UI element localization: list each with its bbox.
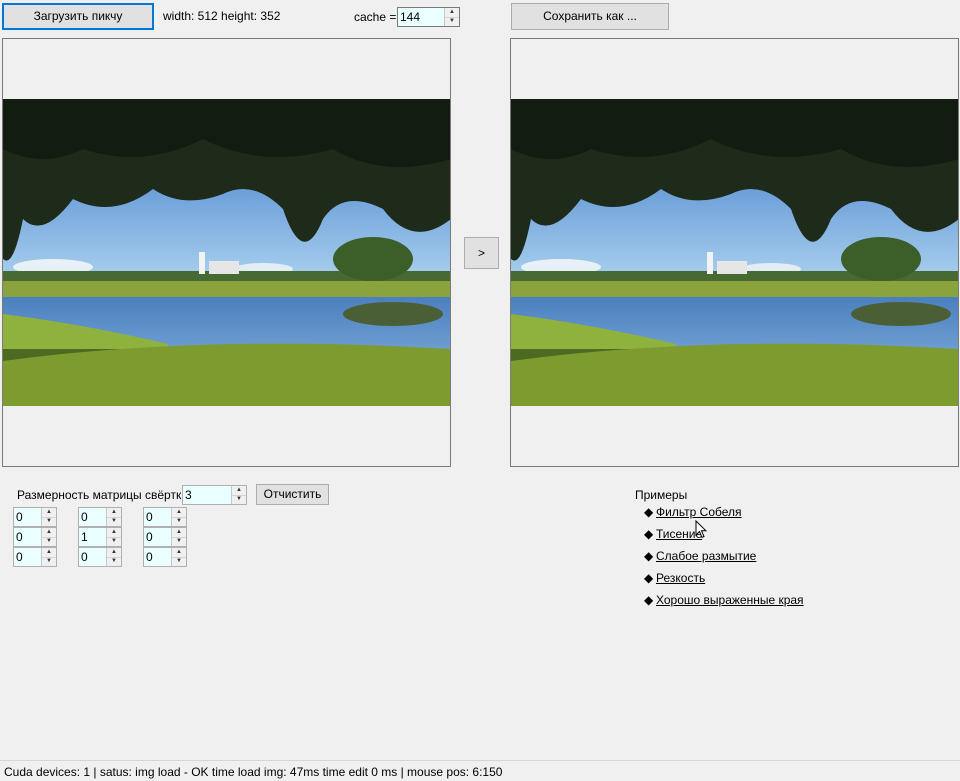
- kernel-cell-1-1[interactable]: 1 ▲ ▼: [78, 527, 122, 547]
- arrow-down-icon[interactable]: ▼: [42, 557, 56, 566]
- save-as-button[interactable]: Сохранить как ...: [511, 3, 669, 30]
- arrow-down-icon[interactable]: ▼: [172, 517, 186, 526]
- kernel-cell-value: 0: [16, 530, 23, 544]
- arrow-down-icon[interactable]: ▼: [107, 537, 121, 546]
- arrow-down-icon[interactable]: ▼: [445, 17, 459, 26]
- cache-label: cache =: [354, 10, 397, 24]
- example-link-sobel[interactable]: ◆ Фильтр Собеля: [644, 505, 742, 519]
- diamond-icon: ◆: [644, 549, 654, 563]
- example-link-soft-blur[interactable]: ◆ Слабое размытие: [644, 549, 756, 563]
- diamond-icon: ◆: [644, 505, 654, 519]
- kernel-cell-value: 0: [81, 550, 88, 564]
- kernel-cell-value: 0: [146, 510, 153, 524]
- matrix-size-spinner[interactable]: 3 ▲ ▼: [182, 485, 247, 505]
- example-link-edges[interactable]: ◆ Хорошо выраженные края: [644, 593, 804, 607]
- kernel-cell-value: 0: [146, 530, 153, 544]
- kernel-cell-1-2[interactable]: 0 ▲ ▼: [143, 527, 187, 547]
- mouse-pointer-icon: [695, 520, 707, 539]
- kernel-cell-2-2[interactable]: 0 ▲ ▼: [143, 547, 187, 567]
- arrow-down-icon[interactable]: ▼: [172, 557, 186, 566]
- arrow-down-icon[interactable]: ▼: [172, 537, 186, 546]
- clear-matrix-button[interactable]: Отчистить: [256, 484, 329, 505]
- kernel-cell-2-1[interactable]: 0 ▲ ▼: [78, 547, 122, 567]
- cache-spinner[interactable]: 144 ▲ ▼: [397, 7, 460, 27]
- kernel-cell-value: 0: [16, 510, 23, 524]
- example-link-sharpen[interactable]: ◆ Резкость: [644, 571, 705, 585]
- kernel-cell-0-2[interactable]: 0 ▲ ▼: [143, 507, 187, 527]
- kernel-cell-value: 1: [81, 530, 88, 544]
- diamond-icon: ◆: [644, 527, 654, 541]
- image-size-info: width: 512 height: 352: [163, 9, 281, 23]
- kernel-cell-0-0[interactable]: 0 ▲ ▼: [13, 507, 57, 527]
- apply-filter-button[interactable]: >: [464, 237, 499, 269]
- matrix-size-label: Размерность матрицы свёртки: [17, 488, 188, 502]
- diamond-icon: ◆: [644, 571, 654, 585]
- result-image: [511, 99, 958, 406]
- cache-value: 144: [400, 10, 421, 24]
- kernel-cell-value: 0: [146, 550, 153, 564]
- examples-title: Примеры: [635, 488, 688, 502]
- example-link-label: Хорошо выраженные края: [656, 593, 804, 607]
- arrow-down-icon[interactable]: ▼: [107, 517, 121, 526]
- example-link-emboss[interactable]: ◆ Тисение: [644, 527, 702, 541]
- example-link-label: Слабое размытие: [656, 549, 757, 563]
- source-image: [3, 99, 450, 406]
- kernel-cell-2-0[interactable]: 0 ▲ ▼: [13, 547, 57, 567]
- load-image-button[interactable]: Загрузить пикчу: [2, 3, 154, 30]
- example-link-label: Резкость: [656, 571, 706, 585]
- diamond-icon: ◆: [644, 593, 654, 607]
- arrow-down-icon[interactable]: ▼: [107, 557, 121, 566]
- kernel-cell-1-0[interactable]: 0 ▲ ▼: [13, 527, 57, 547]
- status-bar: Cuda devices: 1 | satus: img load - OK t…: [0, 760, 960, 781]
- result-image-panel: [510, 38, 959, 467]
- arrow-down-icon[interactable]: ▼: [232, 495, 246, 504]
- arrow-down-icon[interactable]: ▼: [42, 517, 56, 526]
- status-text: Cuda devices: 1 | satus: img load - OK t…: [4, 765, 503, 779]
- source-image-panel: [2, 38, 451, 467]
- arrow-down-icon[interactable]: ▼: [42, 537, 56, 546]
- kernel-cell-value: 0: [81, 510, 88, 524]
- example-link-label: Фильтр Собеля: [656, 505, 742, 519]
- matrix-size-value: 3: [185, 488, 192, 502]
- kernel-cell-0-1[interactable]: 0 ▲ ▼: [78, 507, 122, 527]
- kernel-cell-value: 0: [16, 550, 23, 564]
